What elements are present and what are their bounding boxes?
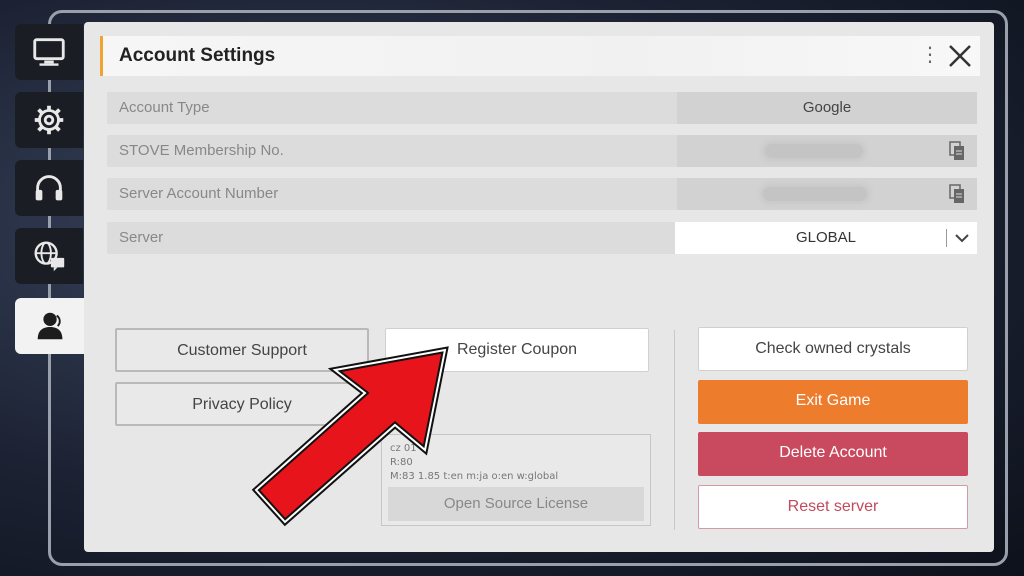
- nav-display-button[interactable]: [15, 24, 83, 80]
- nav-sound-button[interactable]: [15, 160, 83, 216]
- exit-game-button[interactable]: Exit Game: [698, 380, 968, 424]
- nav-account-button[interactable]: [15, 298, 87, 354]
- gear-icon: [34, 105, 64, 135]
- account-settings-panel: Account Settings ⋮ Account Type Google S…: [84, 22, 994, 552]
- user-icon: [37, 312, 63, 340]
- red-arrow-annotation: [251, 346, 449, 527]
- nav-settings-button[interactable]: [15, 92, 83, 148]
- close-icon[interactable]: [946, 42, 974, 70]
- headset-icon: [35, 175, 63, 201]
- monitor-icon: [33, 38, 65, 66]
- membership-label: STOVE Membership No.: [119, 142, 284, 159]
- redacted-value: [765, 144, 863, 158]
- server-account-value: [677, 178, 977, 210]
- server-account-label: Server Account Number: [119, 185, 279, 202]
- check-crystals-button[interactable]: Check owned crystals: [698, 327, 968, 371]
- reset-server-button[interactable]: Reset server: [698, 485, 968, 529]
- column-divider: [674, 330, 675, 530]
- server-row: Server GLOBAL: [107, 222, 977, 254]
- globe-chat-icon: [34, 241, 65, 272]
- more-options-icon[interactable]: ⋮: [920, 45, 940, 65]
- server-label: Server: [119, 229, 164, 246]
- delete-account-button[interactable]: Delete Account: [698, 432, 968, 476]
- title-bar: Account Settings ⋮: [100, 36, 980, 76]
- server-account-row: Server Account Number: [107, 178, 977, 210]
- copy-icon[interactable]: [949, 184, 965, 204]
- server-selected-value: GLOBAL: [795, 229, 857, 246]
- redacted-value: [763, 187, 867, 201]
- dropdown-divider: [946, 229, 947, 247]
- nav-language-button[interactable]: [15, 228, 83, 284]
- page-title: Account Settings: [119, 45, 276, 66]
- chevron-down-icon: [955, 234, 969, 243]
- copy-icon[interactable]: [949, 141, 965, 161]
- membership-value: [677, 135, 977, 167]
- account-type-value: Google: [677, 92, 977, 124]
- membership-row: STOVE Membership No.: [107, 135, 977, 167]
- account-type-row: Account Type Google: [107, 92, 977, 124]
- server-dropdown[interactable]: GLOBAL: [675, 222, 977, 254]
- account-type-label: Account Type: [119, 99, 210, 116]
